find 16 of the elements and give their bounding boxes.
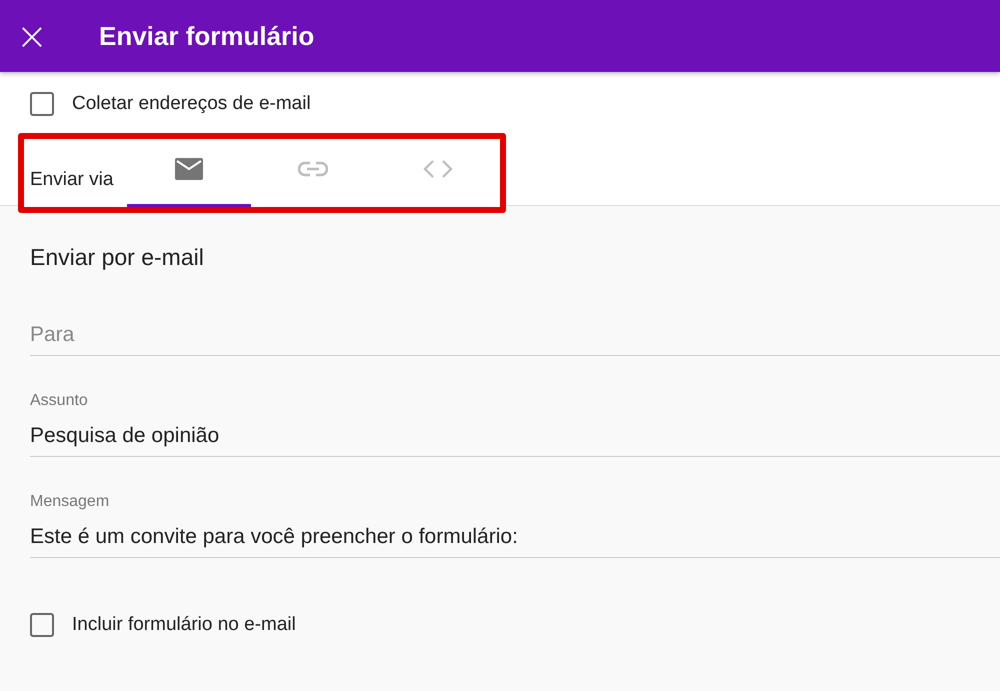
code-icon [422,158,453,178]
close-button[interactable]: × [16,17,46,55]
section-title: Enviar por e-mail [30,244,205,271]
input-field[interactable]: Pesquisa de opinião [30,424,1000,457]
checkbox-label: Coletar endereços de e-mail [72,93,311,115]
send-via-label: Enviar via [30,169,114,191]
input-field[interactable]: Para [30,323,1000,356]
checkbox[interactable] [30,613,54,637]
link-icon [298,160,328,176]
checkbox-label: Incluir formulário no e-mail [72,614,296,636]
field-label: Assunto [30,392,89,410]
envelope-icon [174,156,204,180]
checkbox[interactable] [30,92,54,116]
field-label: Mensagem [30,493,110,511]
input-field[interactable]: Este é um convite para você preencher o formulário: [30,525,1000,558]
dialog-title: Enviar formulário [99,20,314,52]
